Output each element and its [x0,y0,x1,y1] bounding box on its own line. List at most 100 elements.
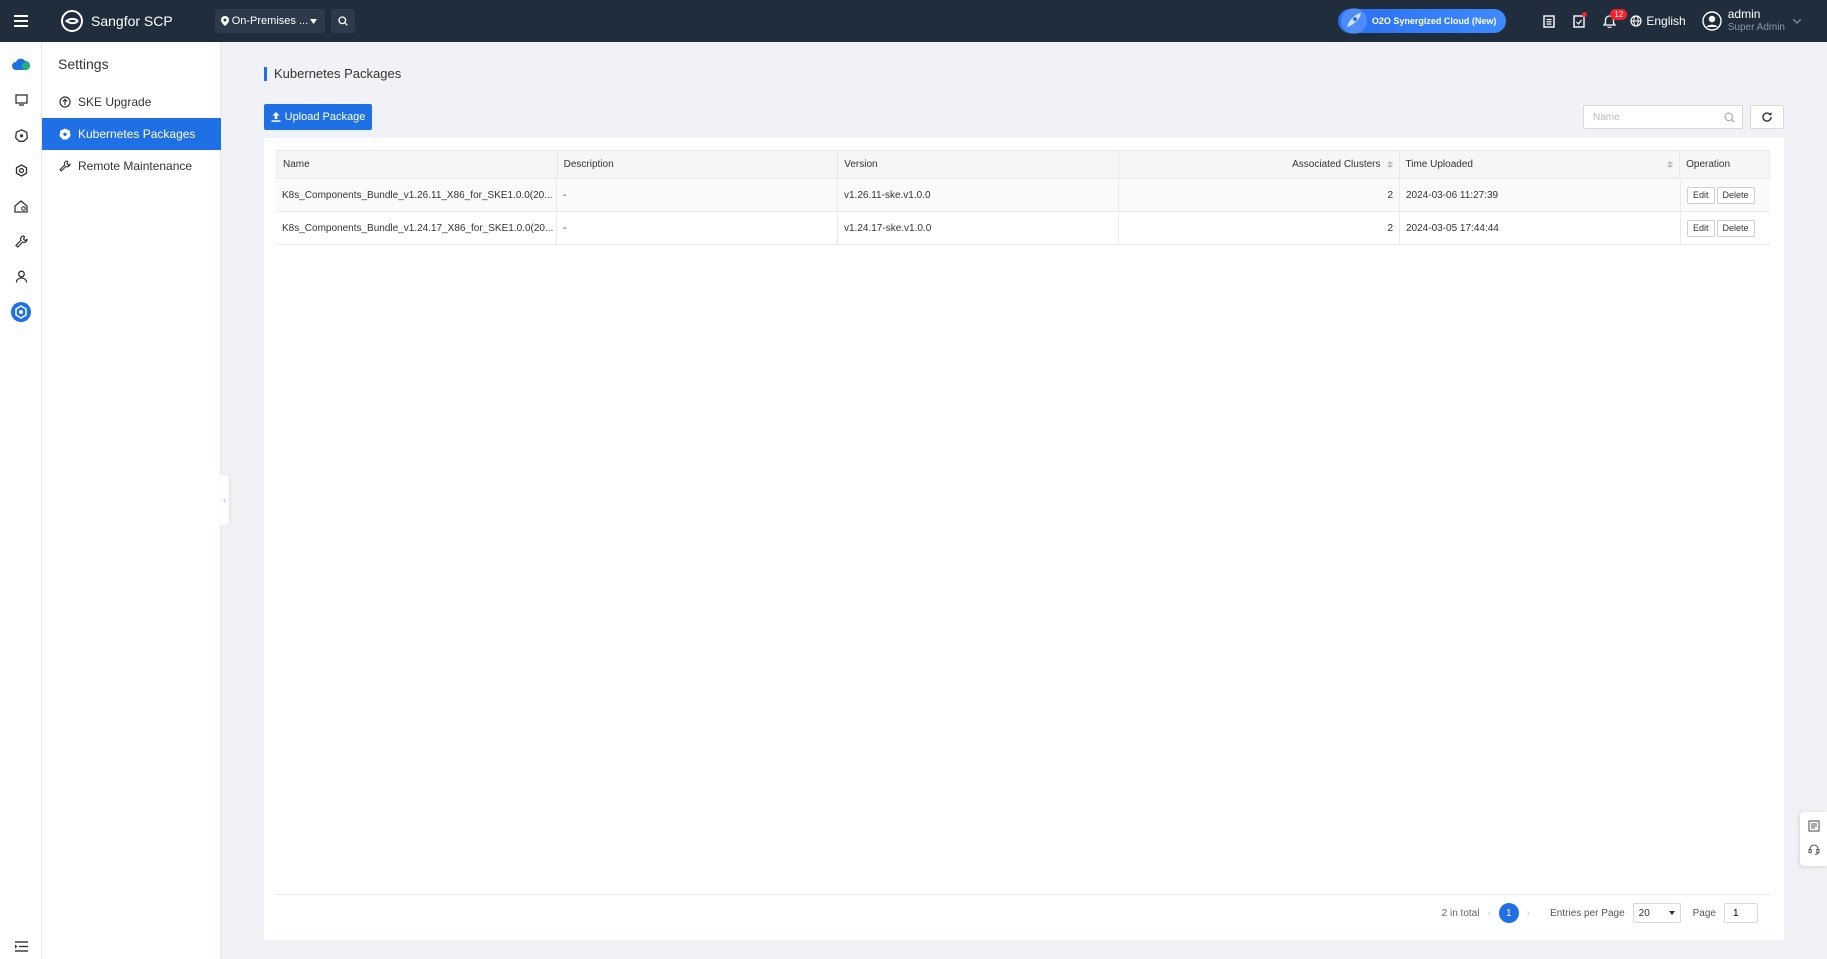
page-title: Kubernetes Packages [264,67,401,81]
rail-monitor-icon[interactable] [0,88,42,112]
delete-button[interactable]: Delete [1716,219,1755,237]
nav-item-label: SKE Upgrade [78,95,152,109]
avatar-icon [1702,11,1722,31]
icon-rail [0,42,42,959]
chevron-down-icon [1793,18,1801,24]
rail-home-cloud-icon[interactable] [0,194,42,218]
location-pin-icon [220,16,229,26]
caret-down-icon [1668,911,1675,915]
entries-per-page-select[interactable]: 20 [1632,903,1681,923]
o2o-promo-badge[interactable]: O2O Synergized Cloud (New) [1337,8,1507,34]
rail-settings-icon[interactable] [0,300,42,324]
upload-package-label: Upload Package [284,111,366,123]
column-header-time-uploaded[interactable]: Time Uploaded [1400,151,1681,178]
cloud-rocket-icon [1340,8,1367,34]
page-jump-input[interactable] [1724,903,1758,923]
task-list-icon [1543,14,1556,28]
table-row: K8s_Components_Bundle_v1.26.11_X86_for_S… [276,179,1770,212]
language-selector[interactable]: English [1630,14,1686,28]
top-bar: Sangfor SCP On-Premises ... O2O Synergiz… [0,0,1827,42]
total-count: 2 in total [1441,907,1480,919]
globe-icon [1630,15,1642,27]
notification-count-badge: 12 [1610,9,1628,20]
cell-associated-clusters: 2 [1119,212,1400,244]
next-page-button[interactable]: › [1527,908,1530,919]
search-icon[interactable] [1724,111,1735,123]
packages-table: Name Description Version Associated Clus… [276,150,1770,245]
sort-icon[interactable] [1386,161,1393,168]
wrench-icon [58,159,72,173]
column-header-version: Version [838,151,1119,178]
prev-page-button[interactable]: ‹ [1487,908,1490,919]
support-headset-icon[interactable] [1808,843,1820,858]
o2o-promo-label: O2O Synergized Cloud (New) [1371,16,1497,26]
nav-item-label: Kubernetes Packages [78,127,196,141]
name-search [1583,105,1743,129]
rail-network-icon[interactable] [0,158,42,182]
pagination: 2 in total ‹ 1 › Entries per Page 20 Pag… [1442,902,1758,924]
column-header-associated-clusters[interactable]: Associated Clusters [1119,151,1400,178]
upload-package-button[interactable]: Upload Package [264,104,372,130]
subnav-title: Settings [58,56,109,72]
language-label: English [1646,14,1686,28]
cell-operation: Edit Delete [1681,212,1770,244]
site-selector-label: On-Premises ... [231,15,309,27]
rail-cloud-icon[interactable] [0,52,42,76]
site-selector[interactable]: On-Premises ... [214,9,325,33]
entries-per-page-value: 20 [1638,907,1650,919]
page-number-button[interactable]: 1 [1498,903,1519,923]
nav-item-remote-maintenance[interactable]: Remote Maintenance [42,150,221,182]
app-logo[interactable]: Sangfor SCP [60,9,173,33]
sangfor-logo-icon [61,10,83,32]
search-icon [338,16,348,26]
edit-button[interactable]: Edit [1687,186,1715,204]
alert-dot [1582,12,1588,17]
kubernetes-icon [58,127,72,141]
refresh-button[interactable] [1750,105,1784,129]
delete-button[interactable]: Delete [1716,186,1755,204]
notifications-button[interactable]: 12 [1594,0,1628,42]
cell-version: v1.26.11-ske.v1.0.0 [838,179,1119,211]
upgrade-icon [58,95,72,109]
nav-item-label: Remote Maintenance [78,159,193,173]
upload-icon [271,112,281,122]
document-icon[interactable] [1807,820,1820,835]
table-row: K8s_Components_Bundle_v1.24.17_X86_for_S… [276,212,1770,245]
pagination-divider [276,894,1770,895]
edit-button[interactable]: Edit [1687,219,1715,237]
column-header-name: Name [277,151,558,178]
cell-description: - [557,179,838,211]
column-header-operation: Operation [1686,159,1731,170]
cell-operation: Edit Delete [1681,179,1770,211]
cell-time-uploaded: 2024-03-06 11:27:39 [1400,179,1681,211]
rail-collapse-icon[interactable] [0,934,42,958]
nav-item-ske-upgrade[interactable]: SKE Upgrade [42,86,221,118]
task-list-button[interactable] [1534,0,1564,42]
entries-per-page-label: Entries per Page [1550,907,1625,919]
packages-card: Name Description Version Associated Clus… [264,138,1784,940]
page-label: Page [1692,907,1716,919]
cell-time-uploaded: 2024-03-05 17:44:44 [1400,212,1681,244]
user-name: admin [1727,7,1761,21]
user-menu[interactable]: admin Super Admin [1702,7,1801,35]
table-header: Name Description Version Associated Clus… [276,150,1770,179]
menu-icon[interactable] [0,0,42,42]
rail-kubernetes-icon[interactable] [0,123,42,147]
cell-associated-clusters: 2 [1119,179,1400,211]
rail-wrench-icon[interactable] [0,229,42,253]
global-search-button[interactable] [330,9,355,33]
caret-down-icon [309,18,317,24]
settings-subnav: Settings SKE Upgrade Kubernetes Packages… [42,42,221,959]
collapse-subnav-handle[interactable]: ‹ [220,475,229,525]
rail-user-icon[interactable] [0,264,42,288]
alerts-button[interactable] [1564,0,1594,42]
sort-icon[interactable] [1667,161,1674,168]
column-header-label: Time Uploaded [1405,159,1473,170]
refresh-icon [1762,112,1772,122]
column-header-label: Associated Clusters [1292,159,1381,170]
name-search-input[interactable] [1584,111,1714,123]
column-header-description: Description [558,151,839,178]
user-role: Super Admin [1727,22,1785,33]
nav-item-kubernetes-packages[interactable]: Kubernetes Packages [42,118,221,150]
cell-name: K8s_Components_Bundle_v1.24.17_X86_for_S… [276,212,557,244]
